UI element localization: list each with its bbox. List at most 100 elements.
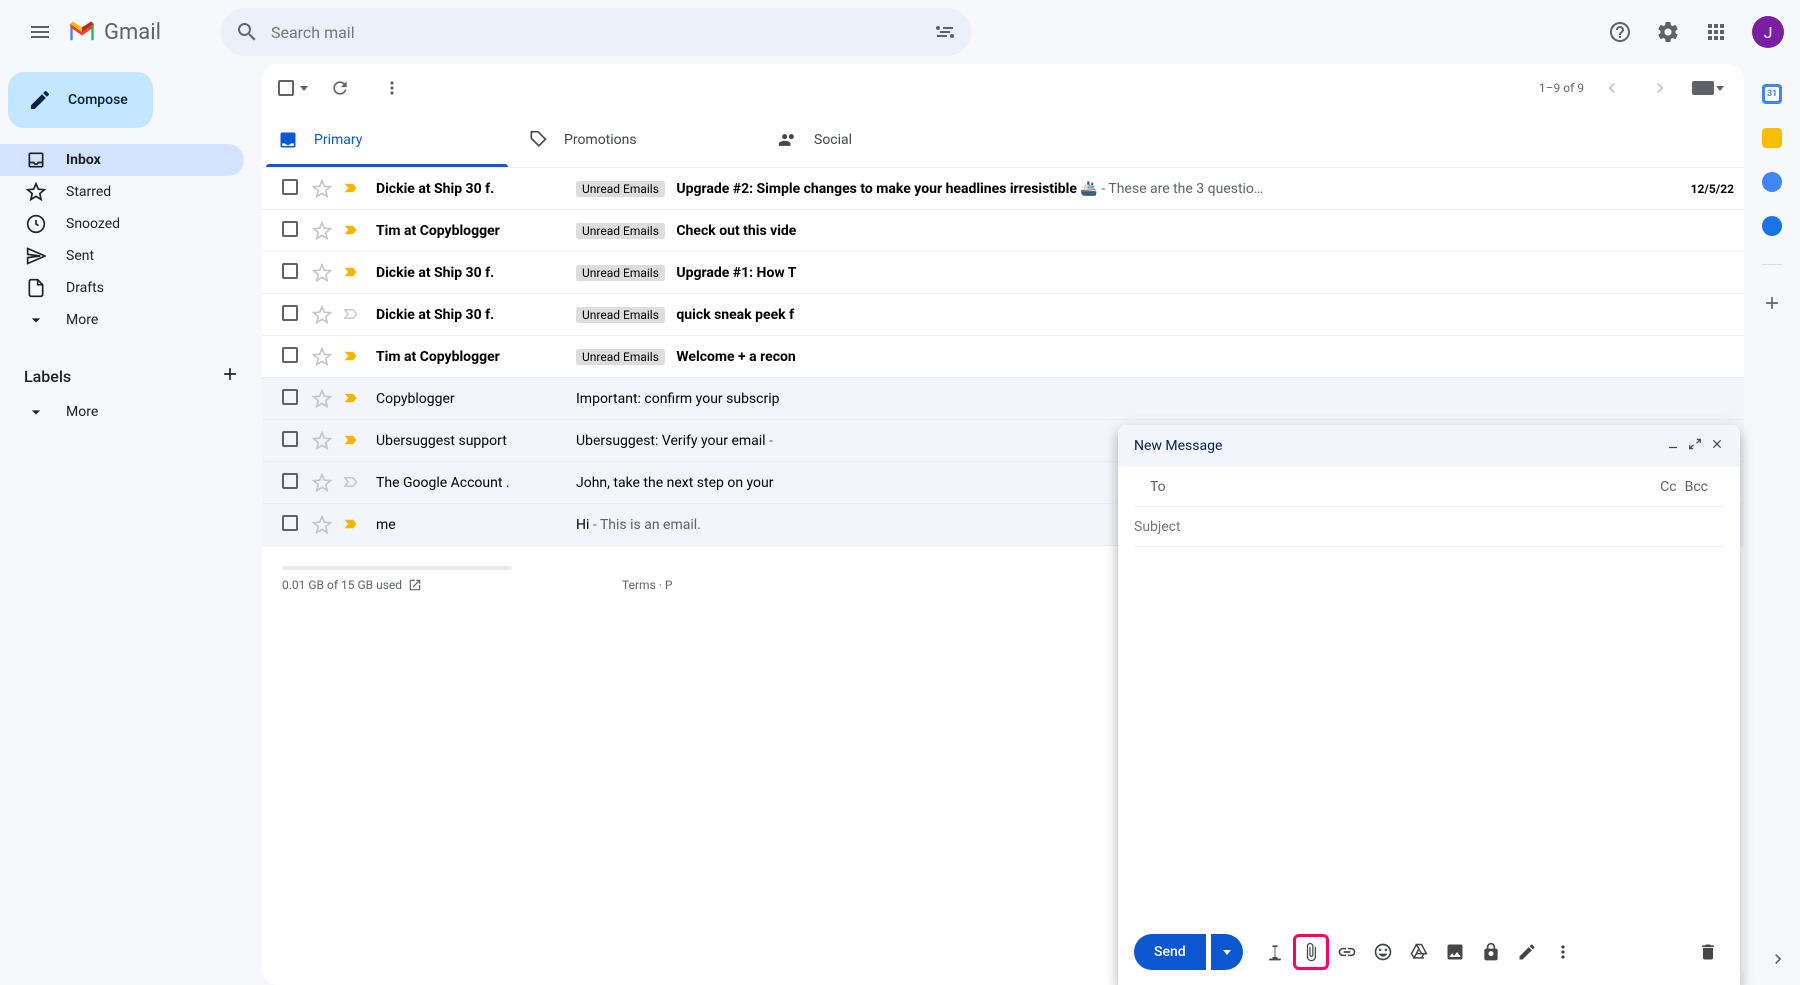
important-marker[interactable] xyxy=(344,475,362,491)
important-marker[interactable] xyxy=(344,433,362,449)
tab-primary[interactable]: Primary xyxy=(262,112,512,167)
open-link-icon[interactable] xyxy=(408,578,422,592)
help-icon xyxy=(1608,20,1632,44)
tab-promotions[interactable]: Promotions xyxy=(512,112,762,167)
row-checkbox[interactable] xyxy=(282,515,302,535)
nav-labels-more[interactable]: More xyxy=(0,396,244,428)
mail-toolbar: 1–9 of 9 xyxy=(262,64,1744,112)
attach-file-button[interactable] xyxy=(1295,936,1327,968)
row-checkbox[interactable] xyxy=(282,431,302,451)
star-button[interactable] xyxy=(312,473,332,493)
gmail-logo[interactable]: Gmail xyxy=(68,20,161,45)
add-label-button[interactable] xyxy=(220,364,240,388)
nav-inbox[interactable]: Inbox xyxy=(0,144,244,176)
email-row[interactable]: Dickie at Ship 30 f. Unread Emails Upgra… xyxy=(262,168,1744,210)
star-button[interactable] xyxy=(312,389,332,409)
main-menu-button[interactable] xyxy=(16,8,64,56)
row-checkbox[interactable] xyxy=(282,263,302,283)
email-row[interactable]: Tim at Copyblogger Unread Emails Welcome… xyxy=(262,336,1744,378)
important-marker[interactable] xyxy=(344,181,362,197)
next-page-button[interactable] xyxy=(1640,68,1680,108)
confidential-mode-button[interactable] xyxy=(1475,936,1507,968)
contacts-app-button[interactable] xyxy=(1762,216,1782,236)
prev-page-button[interactable] xyxy=(1592,68,1632,108)
terms-link[interactable]: Terms · P xyxy=(622,578,672,592)
nav-drafts[interactable]: Drafts xyxy=(0,272,244,304)
calendar-app-button[interactable]: 31 xyxy=(1762,84,1782,104)
formatting-button[interactable] xyxy=(1259,936,1291,968)
nav-starred[interactable]: Starred xyxy=(0,176,244,208)
subject-input[interactable] xyxy=(1134,507,1724,546)
tasks-app-button[interactable] xyxy=(1762,172,1782,192)
email-row[interactable]: Dickie at Ship 30 f. Unread Emails Upgra… xyxy=(262,252,1744,294)
subject-line: Unread Emails Check out this vide xyxy=(576,223,1652,239)
row-checkbox[interactable] xyxy=(282,221,302,241)
row-checkbox[interactable] xyxy=(282,473,302,493)
to-input[interactable] xyxy=(1178,479,1652,495)
nav-snoozed[interactable]: Snoozed xyxy=(0,208,244,240)
fullscreen-button[interactable] xyxy=(1688,437,1702,455)
more-vert-icon xyxy=(1553,942,1573,962)
insert-photo-button[interactable] xyxy=(1439,936,1471,968)
star-button[interactable] xyxy=(312,515,332,535)
tab-social[interactable]: Social xyxy=(762,112,1012,167)
nav-label: More xyxy=(66,404,98,420)
insert-emoji-button[interactable] xyxy=(1367,936,1399,968)
email-row[interactable]: Tim at Copyblogger Unread Emails Check o… xyxy=(262,210,1744,252)
close-button[interactable] xyxy=(1710,437,1724,455)
sidebar: Compose Inbox Starred Snoozed Sent Draft… xyxy=(0,64,256,985)
insert-signature-button[interactable] xyxy=(1511,936,1543,968)
input-tools-button[interactable] xyxy=(1688,68,1728,108)
email-row[interactable]: Copyblogger Important: confirm your subs… xyxy=(262,378,1744,420)
select-all[interactable] xyxy=(278,80,308,96)
minimize-button[interactable] xyxy=(1666,437,1680,455)
refresh-button[interactable] xyxy=(320,68,360,108)
row-checkbox[interactable] xyxy=(282,305,302,325)
compose-body[interactable] xyxy=(1118,547,1740,919)
more-actions-button[interactable] xyxy=(372,68,412,108)
email-label: Unread Emails xyxy=(576,223,665,239)
row-checkbox[interactable] xyxy=(282,389,302,409)
star-button[interactable] xyxy=(312,431,332,451)
apps-button[interactable] xyxy=(1696,12,1736,52)
star-button[interactable] xyxy=(312,263,332,283)
support-button[interactable] xyxy=(1600,12,1640,52)
show-side-panel-button[interactable] xyxy=(1768,949,1788,973)
important-marker[interactable] xyxy=(344,223,362,239)
send-button[interactable]: Send xyxy=(1134,934,1206,970)
important-marker[interactable] xyxy=(344,391,362,407)
email-row[interactable]: Dickie at Ship 30 f. Unread Emails quick… xyxy=(262,294,1744,336)
star-button[interactable] xyxy=(312,221,332,241)
star-button[interactable] xyxy=(312,305,332,325)
compose-more-button[interactable] xyxy=(1547,936,1579,968)
settings-button[interactable] xyxy=(1648,12,1688,52)
important-marker[interactable] xyxy=(344,307,362,323)
insert-drive-button[interactable] xyxy=(1403,936,1435,968)
star-button[interactable] xyxy=(312,347,332,367)
search-options-icon[interactable] xyxy=(933,20,957,44)
star-button[interactable] xyxy=(312,179,332,199)
bcc-button[interactable]: Bcc xyxy=(1685,479,1708,495)
nav-sent[interactable]: Sent xyxy=(0,240,244,272)
important-marker[interactable] xyxy=(344,517,362,533)
nav-more[interactable]: More xyxy=(0,304,244,336)
insert-link-button[interactable] xyxy=(1331,936,1363,968)
send-options-button[interactable] xyxy=(1211,934,1243,970)
compose-header[interactable]: New Message xyxy=(1118,425,1740,467)
search-input[interactable] xyxy=(271,23,933,42)
page-info: 1–9 of 9 xyxy=(1539,81,1584,95)
row-checkbox[interactable] xyxy=(282,179,302,199)
chevron-right-icon xyxy=(1650,78,1670,98)
add-ons-button[interactable] xyxy=(1762,293,1782,317)
keep-app-button[interactable] xyxy=(1762,128,1782,148)
compose-title: New Message xyxy=(1134,438,1222,454)
search-bar[interactable] xyxy=(221,8,971,56)
important-marker[interactable] xyxy=(344,265,362,281)
compose-button[interactable]: Compose xyxy=(8,72,153,128)
important-marker[interactable] xyxy=(344,349,362,365)
select-all-checkbox[interactable] xyxy=(278,80,294,96)
cc-button[interactable]: Cc xyxy=(1660,479,1676,495)
row-checkbox[interactable] xyxy=(282,347,302,367)
discard-draft-button[interactable] xyxy=(1692,936,1724,968)
account-avatar[interactable]: J xyxy=(1752,16,1784,48)
